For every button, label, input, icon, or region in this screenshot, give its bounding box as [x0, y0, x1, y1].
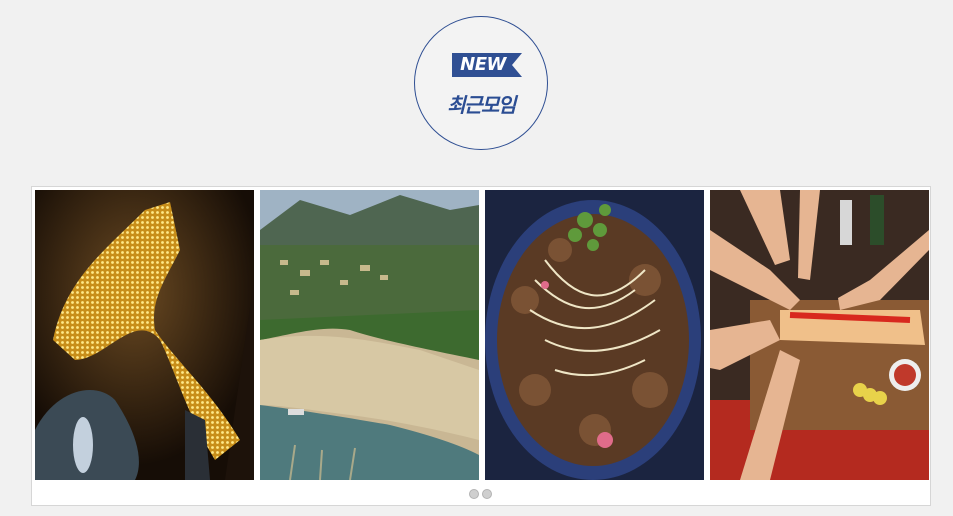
- recent-meetings-title: 최근모임: [447, 93, 516, 117]
- slide-river-village[interactable]: [260, 190, 479, 480]
- photo-carousel: [31, 186, 931, 506]
- recent-meetings-badge: NEW 최근모임: [414, 16, 548, 150]
- new-ribbon: NEW: [452, 53, 522, 77]
- new-label: NEW: [460, 54, 506, 75]
- carousel-dot[interactable]: [469, 489, 479, 499]
- carousel-pagination: [469, 489, 492, 499]
- carousel-dot[interactable]: [482, 489, 492, 499]
- slide-cave-lights[interactable]: [35, 190, 254, 480]
- slide-bulgogi-noodles[interactable]: [485, 190, 704, 480]
- slide-group-dinner[interactable]: [710, 190, 929, 480]
